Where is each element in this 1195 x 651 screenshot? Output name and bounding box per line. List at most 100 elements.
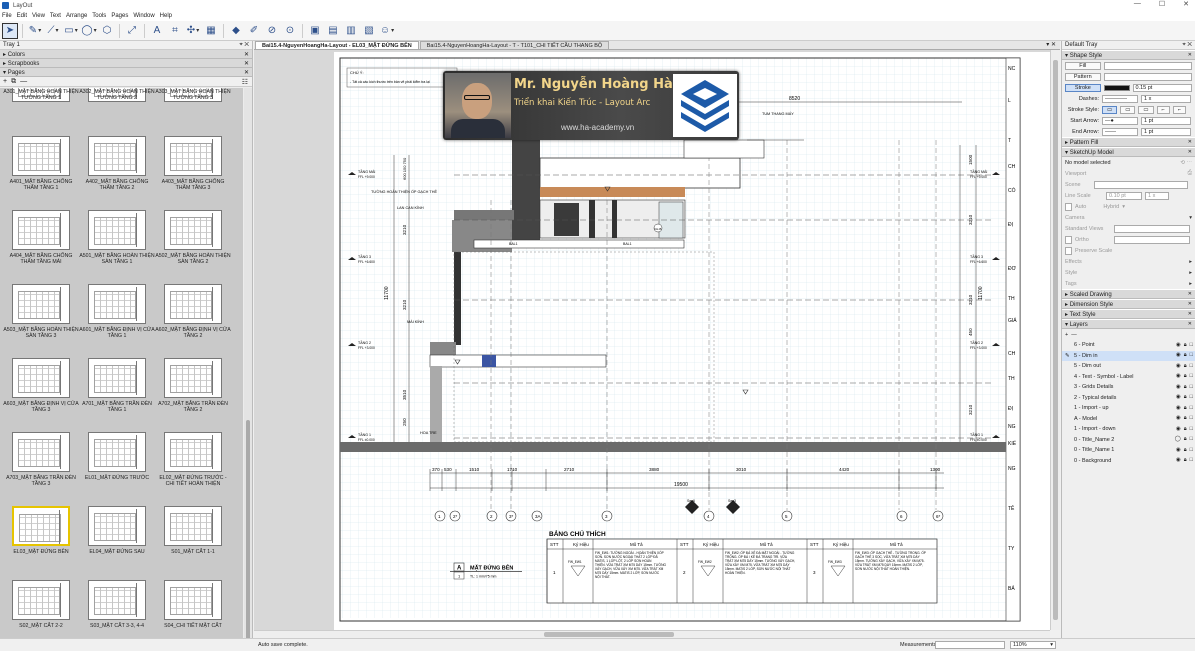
pencil-icon[interactable]: ✎ — [27, 23, 43, 39]
chevron-down-icon[interactable]: ▾ — [1189, 215, 1192, 221]
paint-icon[interactable]: ⊙ — [282, 23, 298, 39]
page-icon[interactable]: ▧ — [361, 23, 377, 39]
drawing-canvas[interactable]: NC L T CH CÓ ĐỊ ĐƠ TH GIÁ CH TH ĐỊ NG KIỂ NG TÊ TY BẢ CHÚ… — [254, 50, 1060, 630]
cap-style-button[interactable]: ▭ — [1138, 105, 1154, 114]
add-page-button[interactable]: + — [3, 78, 7, 85]
lock-icon[interactable]: 🔒︎ — [1184, 363, 1187, 370]
close-icon[interactable]: ✕ — [1188, 321, 1192, 327]
text-style-header[interactable]: Text Style ✕ — [1062, 309, 1195, 319]
minimize-button[interactable]: — — [1134, 0, 1141, 8]
pages-panel-header[interactable]: Pages ✕ — [0, 68, 252, 77]
lock-icon[interactable]: 🔒︎ — [1184, 394, 1187, 401]
auto-checkbox[interactable] — [1065, 202, 1072, 211]
page-thumbnail[interactable]: A402_MẶT BẰNG CHỐNG THẤM TẦNG 2 — [79, 136, 155, 208]
eye-icon[interactable]: ◉ — [1176, 447, 1181, 454]
layer-row[interactable]: A - Model ◉ 🔒︎ □ — [1062, 414, 1195, 425]
doc-icon[interactable]: ▤ — [325, 23, 341, 39]
page-thumbnail[interactable]: S01_MẶT CẮT 1-1 — [155, 506, 231, 578]
tab-t101[interactable]: Bai15.4-NguyenHoangHa-Layout - T - T101_… — [419, 41, 610, 49]
layer-row[interactable]: 2 - Typical details ◉ 🔒︎ □ — [1062, 393, 1195, 404]
camera-icon[interactable]: ⎙ — [1188, 170, 1192, 177]
shape-style-header[interactable]: Shape Style ✕ — [1062, 50, 1195, 60]
stroke-button[interactable]: Stroke — [1065, 83, 1101, 92]
menu-view[interactable]: View — [32, 13, 45, 19]
menu-help[interactable]: Help — [160, 13, 172, 19]
page-thumbnail[interactable]: A701_MẶT BẰNG TRẦN ĐÈN TẦNG 1 — [79, 358, 155, 430]
close-icon[interactable]: ✕ — [244, 51, 249, 58]
page-thumbnail[interactable]: A603_MẶT BẰNG ĐỊNH VỊ CỬA TẦNG 3 — [3, 358, 79, 430]
layer-row[interactable]: 4 - Text - Symbol - Label ◉ 🔒︎ □ — [1062, 372, 1195, 383]
close-icon[interactable]: ✕ — [1188, 311, 1192, 317]
preserve-checkbox[interactable] — [1065, 246, 1072, 255]
page-thumbnail[interactable]: A502_MẶT BẰNG HOÀN THIỆN SÀN TẦNG 2 — [155, 210, 231, 282]
eye-icon[interactable]: ◉ — [1176, 394, 1181, 401]
layer-row[interactable]: 0 - Title_Name 2 ◯ 🔒︎ □ — [1062, 435, 1195, 446]
stroke-color-swatch[interactable] — [1103, 84, 1130, 91]
layer-row[interactable]: 3 - Grids Details ◉ 🔒︎ □ — [1062, 382, 1195, 393]
select-icon[interactable]: ➤ — [2, 22, 18, 39]
line-icon[interactable]: ⟋ — [45, 23, 61, 39]
close-icon[interactable]: ✕ — [244, 69, 249, 76]
sample-icon[interactable]: ⊘ — [264, 23, 280, 39]
layer-row[interactable]: 0 - Background ◉ 🔒︎ □ — [1062, 456, 1195, 467]
stroke-width-field[interactable]: 0.15 pt — [1132, 83, 1192, 92]
maximize-button[interactable]: ☐ — [1159, 0, 1165, 8]
zoom-select[interactable]: 110% ▾ — [1010, 641, 1056, 649]
lock-icon[interactable]: 🔒︎ — [1184, 426, 1187, 433]
offset-icon[interactable]: ⤢ — [124, 23, 140, 39]
menu-pages[interactable]: Pages — [111, 13, 128, 19]
lock-icon[interactable]: 🔒︎ — [1184, 415, 1187, 422]
measurements-input[interactable] — [935, 641, 1005, 649]
line-scale-field[interactable]: 0.10 pt — [1106, 191, 1142, 200]
line-scale-x[interactable]: 1 x — [1145, 191, 1169, 200]
standard-views-select[interactable] — [1114, 224, 1190, 233]
page-thumbnail[interactable]: A503_MẶT BẰNG HOÀN THIỆN SÀN TẦNG 3 — [3, 284, 79, 356]
share-icon[interactable]: □ — [1190, 342, 1193, 349]
page-thumbnail[interactable]: A404_MẶT BẰNG CHỐNG THẤM TẦNG MÁI — [3, 210, 79, 282]
menu-file[interactable]: File — [2, 13, 12, 19]
share-icon[interactable]: □ — [1190, 352, 1193, 359]
screen-icon[interactable]: ▣ — [307, 23, 323, 39]
chevron-down-icon[interactable]: ▾ — [1050, 642, 1053, 648]
eye-icon[interactable]: ◉ — [1176, 457, 1181, 464]
eye-icon[interactable]: ◉ — [1176, 342, 1181, 349]
join-style-button[interactable]: ⌐ — [1172, 105, 1187, 114]
page-thumbnail[interactable]: A601_MẶT BẰNG ĐỊNH VỊ CỬA TẦNG 1 — [79, 284, 155, 356]
share-icon[interactable]: □ — [1190, 426, 1193, 433]
end-arrow-size[interactable]: 1 pt — [1141, 127, 1191, 136]
delete-page-button[interactable]: — — [20, 78, 27, 85]
lock-icon[interactable]: 🔒︎ — [1184, 342, 1187, 349]
lock-icon[interactable]: 🔒︎ — [1184, 457, 1187, 464]
close-icon[interactable]: ✕ — [1188, 301, 1192, 307]
close-icon[interactable]: ✕ — [1188, 149, 1192, 155]
eye-icon[interactable]: ◯ — [1175, 436, 1181, 443]
lock-icon[interactable]: 🔒︎ — [1184, 447, 1187, 454]
delete-layer-button[interactable]: — — [1071, 332, 1077, 338]
page-thumbnail[interactable]: A501_MẶT BẰNG HOÀN THIỆN SÀN TẦNG 1 — [79, 210, 155, 282]
style-icon[interactable]: ✐ — [246, 23, 262, 39]
polygon-icon[interactable]: ⬡ — [99, 23, 115, 39]
tray-pin-close-icon[interactable]: ⌖ ✕ — [1182, 42, 1192, 49]
share-icon[interactable]: □ — [1190, 436, 1193, 443]
close-icon[interactable]: ✕ — [1188, 52, 1192, 58]
label-icon[interactable]: ⌗ — [167, 23, 183, 39]
eye-icon[interactable]: ◉ — [1176, 426, 1181, 433]
pattern-button[interactable]: Pattern — [1065, 72, 1101, 81]
page-thumbnail[interactable]: EL03_MẶT ĐỨNG BÊN — [3, 506, 79, 578]
canvas-vertical-scrollbar[interactable] — [1050, 50, 1060, 630]
page-thumbnail[interactable]: A702_MẶT BẰNG TRẦN ĐÈN TẦNG 2 — [155, 358, 231, 430]
lock-icon[interactable]: 🔒︎ — [1184, 436, 1187, 443]
layer-row[interactable]: ✎ 5 - Dim in ◉ 🔒︎ □ — [1062, 350, 1195, 361]
scene-select[interactable] — [1094, 180, 1188, 189]
add-layer-button[interactable]: + — [1065, 332, 1068, 338]
layer-row[interactable]: 0 - Title_Name 1 ◉ 🔒︎ □ — [1062, 445, 1195, 456]
menu-window[interactable]: Window — [133, 13, 154, 19]
menu-arrange[interactable]: Arrange — [66, 13, 87, 19]
share-icon[interactable]: □ — [1190, 394, 1193, 401]
tab-el03[interactable]: Bai15.4-NguyenHoangHa-Layout - EL03_MẶT … — [255, 41, 419, 49]
cap-style-button[interactable]: ▭ — [1102, 105, 1118, 114]
close-icon[interactable]: ✕ — [1188, 291, 1192, 297]
effects-row[interactable]: Effects ▸ — [1062, 256, 1195, 267]
dashes-select[interactable]: ———— — [1102, 94, 1138, 103]
style-row[interactable]: Style ▸ — [1062, 267, 1195, 278]
